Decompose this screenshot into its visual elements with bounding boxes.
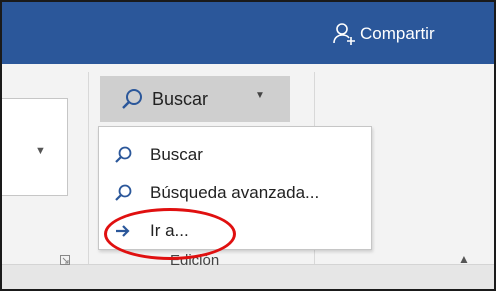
chevron-down-icon[interactable]: ▼ (35, 145, 46, 157)
document-area-edge (2, 264, 494, 289)
arrow-right-icon (116, 225, 130, 237)
menu-item-label: Ir a... (150, 221, 189, 240)
menu-item-advanced-find[interactable]: Búsqueda avanzada... (99, 175, 371, 211)
search-icon (115, 146, 132, 163)
menu-item-go-to[interactable]: Ir a... (99, 213, 371, 249)
editing-group-label: Edición (170, 252, 220, 269)
person-add-icon (333, 23, 355, 45)
menu-item-label: Búsqueda avanzada... (150, 183, 320, 202)
group-separator (88, 72, 89, 264)
chevron-down-icon[interactable]: ▼ (255, 90, 265, 101)
window-frame: Compartir ▼ Edición ▲ Buscar ▼ Buscar Bú… (0, 0, 496, 291)
search-icon (122, 89, 142, 109)
find-dropdown-menu: Buscar Búsqueda avanzada... Ir a... (98, 126, 372, 250)
menu-item-find[interactable]: Buscar (99, 137, 371, 173)
collapse-ribbon-icon[interactable]: ▲ (458, 252, 470, 266)
title-bar: Compartir (2, 2, 494, 64)
menu-item-label: Buscar (150, 145, 203, 164)
find-split-button[interactable]: Buscar ▼ (100, 76, 290, 122)
share-label: Compartir (360, 24, 435, 43)
share-button[interactable]: Compartir (332, 20, 435, 48)
styles-gallery[interactable] (2, 98, 68, 196)
dialog-launcher-icon[interactable] (60, 255, 70, 265)
search-icon (115, 184, 132, 201)
find-button-label: Buscar (152, 88, 209, 109)
